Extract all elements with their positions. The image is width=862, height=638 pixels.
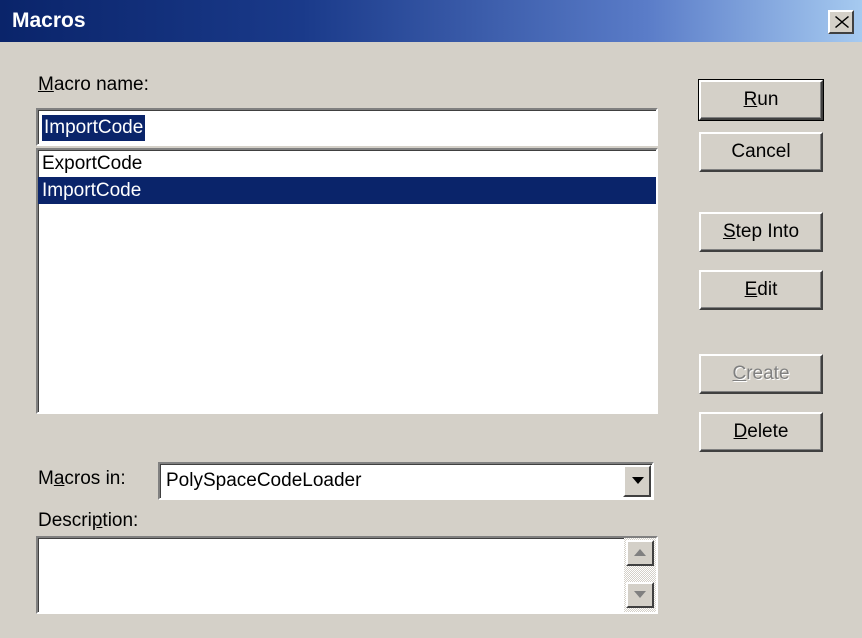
step-into-button[interactable]: Step Into	[699, 212, 823, 252]
macros-in-value: PolySpaceCodeLoader	[166, 470, 362, 491]
macros-in-select[interactable]: PolySpaceCodeLoader	[158, 462, 654, 500]
create-button: Create	[699, 354, 823, 394]
edit-button[interactable]: Edit	[699, 270, 823, 310]
description-label: Description:	[38, 510, 139, 531]
description-scrollbar[interactable]	[624, 538, 656, 612]
list-item[interactable]: ExportCode	[38, 150, 656, 177]
list-item[interactable]: ImportCode	[38, 177, 656, 204]
scroll-down-button[interactable]	[626, 582, 654, 608]
arrow-down-icon	[634, 591, 646, 598]
run-button[interactable]: Run	[698, 79, 824, 121]
dropdown-button[interactable]	[623, 465, 651, 497]
arrow-up-icon	[634, 549, 646, 556]
delete-button[interactable]: Delete	[699, 412, 823, 452]
title-bar: Macros	[0, 0, 862, 42]
chevron-down-icon	[632, 477, 644, 484]
macro-name-label: Macro name:	[38, 74, 149, 95]
description-box[interactable]	[36, 536, 658, 614]
scroll-up-button[interactable]	[626, 540, 654, 566]
close-icon	[835, 16, 849, 28]
window-title: Macros	[12, 9, 86, 32]
macro-list[interactable]: ExportCode ImportCode	[36, 148, 658, 414]
close-button[interactable]	[828, 10, 854, 34]
cancel-button[interactable]: Cancel	[699, 132, 823, 172]
macros-in-label: Macros in:	[38, 468, 126, 489]
macro-name-input[interactable]: ImportCode	[36, 108, 658, 146]
macro-name-value: ImportCode	[42, 115, 146, 141]
